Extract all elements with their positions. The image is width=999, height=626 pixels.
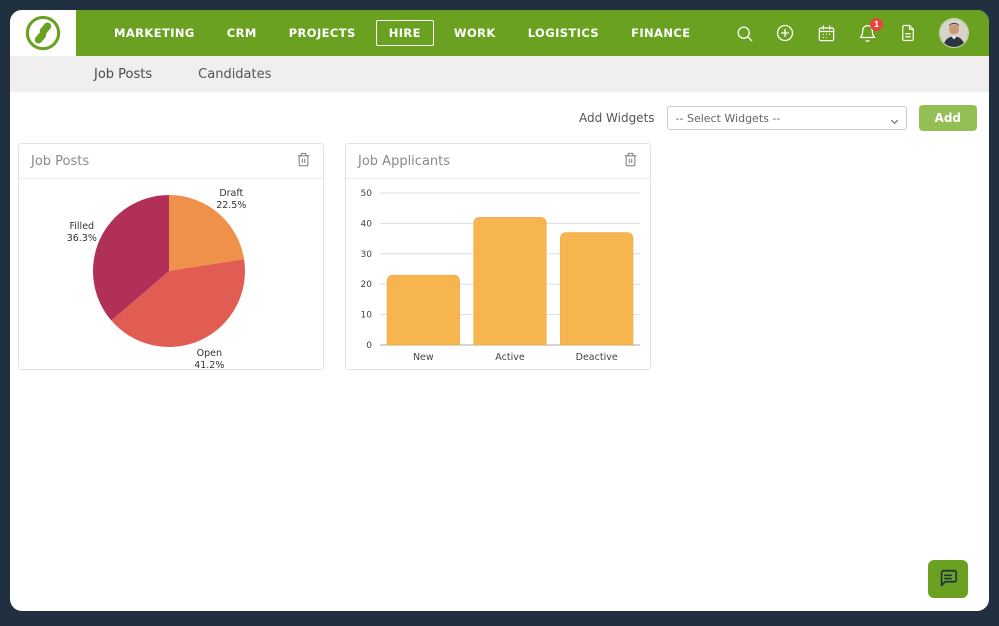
calendar-icon[interactable]	[816, 23, 836, 43]
svg-text:20: 20	[361, 280, 373, 290]
svg-text:50: 50	[361, 189, 373, 199]
app-logo[interactable]	[10, 10, 76, 56]
svg-text:Deactive: Deactive	[576, 352, 618, 363]
document-icon[interactable]	[898, 23, 918, 43]
search-icon[interactable]	[734, 23, 754, 43]
widget-title: Job Posts	[31, 154, 90, 169]
nav-item-crm[interactable]: CRM	[215, 21, 269, 45]
logo-icon	[25, 15, 61, 51]
subnav-candidates[interactable]: Candidates	[198, 67, 271, 82]
svg-text:40: 40	[361, 219, 373, 229]
main-nav: MARKETING CRM PROJECTS HIRE WORK LOGISTI…	[102, 10, 702, 56]
svg-text:Active: Active	[495, 352, 525, 363]
add-widgets-label: Add Widgets	[578, 111, 655, 125]
nav-item-hire[interactable]: HIRE	[375, 20, 434, 46]
svg-text:Draft22.5%: Draft 22.5%	[216, 188, 246, 211]
widget-job-posts-header: Job Posts	[19, 144, 323, 179]
chat-bubble-icon	[940, 569, 958, 587]
nav-item-work[interactable]: WORK	[442, 21, 508, 45]
notifications-bell-icon[interactable]: 1	[857, 18, 883, 43]
widget-title: Job Applicants	[358, 154, 451, 169]
nav-item-logistics[interactable]: LOGISTICS	[516, 21, 611, 45]
svg-text:10: 10	[361, 311, 373, 321]
bar-chart-job-applicants: 0 10 20 30 40 50 New Active Deactive	[361, 189, 640, 363]
nav-item-finance[interactable]: FINANCE	[619, 21, 702, 45]
chat-button[interactable]	[928, 560, 968, 598]
nav-item-marketing[interactable]: MARKETING	[102, 21, 207, 45]
widget-job-applicants: Job Applicants 0 10 20 30 40 50 New Active Deact…	[345, 143, 651, 370]
top-navigation-bar: MARKETING CRM PROJECTS HIRE WORK LOGISTI…	[10, 10, 989, 56]
notification-badge: 1	[870, 18, 883, 31]
nav-item-projects[interactable]: PROJECTS	[277, 21, 368, 45]
widgets-select-wrap: -- Select Widgets --	[666, 106, 907, 130]
user-avatar[interactable]	[939, 18, 969, 48]
pie-chart-job-posts: Draft 22.5% Open 41.2% Filled 36.3%	[67, 188, 247, 369]
svg-text:Open41.2%: Open 41.2%	[194, 348, 224, 369]
subnav-job-posts[interactable]: Job Posts	[94, 67, 152, 82]
quick-add-icon[interactable]	[775, 23, 795, 43]
sub-navigation: Job Posts Candidates	[10, 56, 989, 92]
widgets-area: Job Posts Draft 22.5% Open 41.2% Filled 36.3%…	[10, 141, 989, 370]
delete-widget-icon[interactable]	[296, 152, 311, 171]
delete-widget-icon[interactable]	[623, 152, 638, 171]
widgets-select[interactable]: -- Select Widgets --	[666, 106, 907, 130]
app-window: MARKETING CRM PROJECTS HIRE WORK LOGISTI…	[10, 10, 989, 611]
add-widgets-toolbar: Add Widgets -- Select Widgets -- Add	[10, 92, 989, 141]
svg-text:0: 0	[366, 341, 372, 351]
widget-job-posts: Job Posts Draft 22.5% Open 41.2% Filled 36.3%	[18, 143, 324, 370]
svg-text:30: 30	[361, 250, 373, 260]
svg-text:New: New	[413, 352, 434, 363]
header-icons: 1	[734, 10, 989, 56]
add-widget-button[interactable]: Add	[918, 105, 977, 131]
svg-text:Filled36.3%: Filled 36.3%	[67, 221, 97, 244]
widget-job-applicants-header: Job Applicants	[346, 144, 650, 179]
